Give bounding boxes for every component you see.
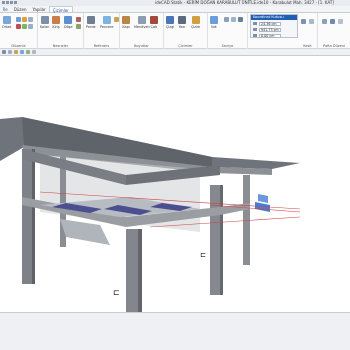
beam-icon bbox=[52, 16, 60, 24]
secondary-toolbar bbox=[0, 49, 350, 56]
drawing-icon bbox=[191, 16, 200, 24]
grid-icon[interactable] bbox=[14, 50, 18, 54]
text-icon bbox=[178, 16, 186, 24]
door-icon bbox=[122, 16, 130, 24]
kiris-button[interactable]: Kiriş bbox=[52, 16, 60, 29]
merdiven-button[interactable]: Merdiven bbox=[134, 16, 150, 29]
coord-y-row: 941.73 cm bbox=[251, 27, 297, 32]
door-small-icon[interactable] bbox=[114, 17, 119, 22]
layers-icon[interactable] bbox=[2, 50, 6, 54]
stair-block bbox=[60, 219, 110, 245]
coord-x-row: 24.36 cm bbox=[251, 21, 297, 26]
roof-icon bbox=[150, 16, 158, 24]
pencere-button[interactable]: Pencere bbox=[100, 16, 114, 29]
coord-x-field[interactable]: 24.36 cm bbox=[259, 21, 281, 26]
quick-access-toolbar[interactable] bbox=[2, 1, 17, 4]
coordinate-box: Koordinat Kutusu 24.36 cm 941.73 cm 0.00… bbox=[250, 14, 298, 38]
tab-structures[interactable]: Yapılar bbox=[29, 6, 48, 12]
ribbon-group-pafta: Pafta Düzeni bbox=[318, 13, 350, 49]
cursor-icon bbox=[2, 16, 11, 24]
ribbon-group-nesneler: Kolon Kiriş Döşe Nesneler bbox=[38, 13, 84, 49]
line-icon bbox=[166, 16, 175, 24]
coord-z-field[interactable]: 0.00 cm bbox=[259, 33, 281, 38]
coord-z-row: 0.00 cm bbox=[251, 33, 297, 38]
kolon-button[interactable]: Kolon bbox=[40, 16, 49, 29]
section-icon[interactable] bbox=[224, 17, 229, 22]
cizgi-button[interactable]: Çizgi bbox=[166, 16, 174, 29]
tab-edit[interactable]: Düzen bbox=[11, 6, 30, 12]
window-icon bbox=[102, 16, 111, 24]
perde-button[interactable]: Perde bbox=[86, 16, 96, 29]
tab-drawings[interactable]: Çizimler bbox=[48, 6, 73, 13]
pan-icon[interactable] bbox=[32, 50, 36, 54]
slab-icon bbox=[64, 16, 73, 24]
column-front-2-side bbox=[220, 185, 223, 295]
3d-viewport[interactable]: ⊏ ⊏ bbox=[0, 57, 350, 314]
bottom-panel bbox=[0, 312, 350, 350]
tab-file[interactable]: İle bbox=[0, 6, 11, 12]
layout-icon[interactable] bbox=[330, 19, 335, 24]
ribbon-group-kesit: Kesit bbox=[298, 13, 318, 49]
yazi-button[interactable]: Yazı bbox=[178, 16, 186, 29]
cut-icon[interactable] bbox=[301, 19, 306, 24]
undo-icon[interactable] bbox=[10, 1, 13, 4]
viewport-label-2: ⊏ bbox=[200, 251, 206, 259]
column-front-1 bbox=[126, 229, 138, 314]
elevation-icon[interactable] bbox=[309, 19, 314, 24]
building-3d-model: ⊏ ⊏ bbox=[0, 117, 301, 314]
zoom-icon[interactable] bbox=[26, 50, 30, 54]
cati-button[interactable]: Çatı bbox=[150, 16, 158, 29]
coordinate-box-title: Koordinat Kutusu bbox=[251, 15, 297, 20]
app-icon[interactable] bbox=[2, 1, 5, 4]
snap-icon[interactable] bbox=[8, 50, 12, 54]
copy-icon[interactable] bbox=[22, 17, 27, 22]
stairs-top bbox=[258, 194, 268, 203]
ortho-icon[interactable] bbox=[20, 50, 24, 54]
column-front-2 bbox=[210, 185, 220, 295]
column-left-front-side bbox=[32, 149, 35, 284]
move-icon[interactable] bbox=[16, 17, 21, 22]
foundation-icon[interactable] bbox=[76, 24, 81, 29]
ribbon-group-seviye: Kot Seviye bbox=[208, 13, 248, 49]
level-icon bbox=[210, 16, 218, 24]
mirror-icon[interactable] bbox=[22, 24, 27, 29]
ribbon-group-boyutlar: Kapı Merdiven Çatı Boyutlar bbox=[120, 13, 164, 49]
print-icon[interactable] bbox=[338, 19, 343, 24]
ribbon-group-duzenle: Ortak Düzenle bbox=[0, 13, 38, 49]
wall-icon[interactable] bbox=[76, 17, 81, 22]
rotate-icon[interactable] bbox=[28, 17, 33, 22]
x-axis-icon bbox=[253, 22, 257, 25]
stairs-icon bbox=[137, 16, 146, 24]
coord-y-field[interactable]: 941.73 cm bbox=[259, 27, 281, 32]
y-axis-icon bbox=[253, 28, 257, 31]
kapi-button[interactable]: Kapı bbox=[122, 16, 130, 29]
z-axis-icon bbox=[253, 34, 257, 37]
column-right bbox=[243, 175, 250, 265]
ribbon-group-cizimler: Çizgi Yazı Çizim Çizimler bbox=[164, 13, 208, 49]
viewport-label-1: ⊏ bbox=[113, 288, 120, 297]
sheet-icon[interactable] bbox=[322, 19, 327, 24]
ribbon-tabs: İle Düzen Yapılar Çizimler bbox=[0, 6, 350, 13]
shear-wall-icon bbox=[86, 16, 95, 24]
layer-icon[interactable] bbox=[238, 17, 243, 22]
delete-icon[interactable] bbox=[16, 24, 21, 29]
view-icon[interactable] bbox=[231, 17, 236, 22]
column-icon bbox=[40, 16, 49, 24]
ribbon-group-referans: Perde Pencere Referans bbox=[84, 13, 120, 49]
redo-icon[interactable] bbox=[14, 1, 17, 4]
dose-button[interactable]: Döşe bbox=[64, 16, 73, 29]
cizim-button[interactable]: Çizim bbox=[191, 16, 200, 29]
save-icon[interactable] bbox=[6, 1, 9, 4]
column-left-front bbox=[22, 149, 32, 284]
ortak-button[interactable]: Ortak bbox=[2, 16, 11, 29]
column-front-1-side bbox=[138, 229, 142, 314]
kot-button[interactable]: Kot bbox=[210, 16, 218, 29]
scale-icon[interactable] bbox=[28, 24, 33, 29]
